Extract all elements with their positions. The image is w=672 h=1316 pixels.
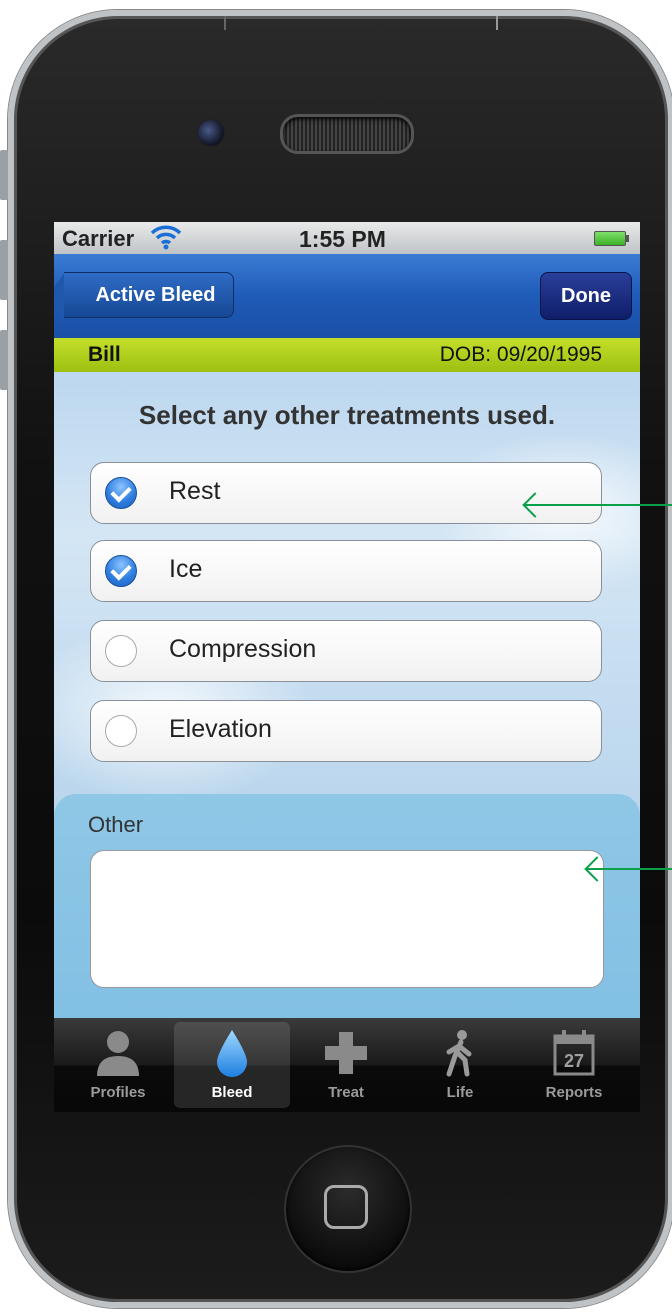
phone-top-edge [224, 16, 498, 30]
calendar-day-number: 27 [564, 1051, 584, 1071]
cross-icon [325, 1032, 367, 1074]
tab-bar: Profiles Bleed Treat Life 27 Reports [54, 1018, 640, 1112]
tab-label: Bleed [211, 1084, 253, 1101]
page-prompt: Select any other treatments used. [138, 400, 556, 430]
option-label: Elevation [169, 715, 272, 743]
done-button[interactable]: Done [540, 272, 632, 320]
checkbox-unchecked-icon[interactable] [105, 715, 137, 747]
front-camera [196, 118, 226, 148]
calendar-icon: 27 [553, 1030, 595, 1076]
option-label: Compression [169, 635, 317, 663]
patient-bar: Bill DOB: 09/20/1995 [54, 338, 640, 373]
checkbox-checked-icon[interactable] [105, 477, 137, 509]
carrier-label: Carrier [62, 226, 135, 251]
back-button-label: Active Bleed [95, 283, 216, 306]
done-button-label: Done [561, 284, 611, 307]
tab-label: Life [446, 1084, 474, 1101]
tab-reports[interactable]: 27 Reports [516, 1022, 632, 1108]
home-button[interactable] [284, 1145, 412, 1273]
checkbox-checked-icon[interactable] [105, 555, 137, 587]
wifi-icon [150, 225, 182, 250]
battery-icon [594, 231, 629, 246]
other-panel: Other [54, 794, 640, 1018]
treatments-content: Select any other treatments used. Rest I… [54, 372, 640, 1018]
option-compression[interactable]: Compression [90, 620, 602, 682]
checkbox-unchecked-icon[interactable] [105, 635, 137, 667]
other-label: Other [88, 812, 144, 837]
tab-label: Reports [545, 1084, 603, 1101]
volume-up-button [0, 240, 8, 300]
option-ice[interactable]: Ice [90, 540, 602, 602]
tab-label: Treat [328, 1084, 364, 1101]
walking-person-icon [446, 1030, 472, 1077]
option-elevation[interactable]: Elevation [90, 700, 602, 762]
patient-dob: DOB: 09/20/1995 [439, 343, 602, 366]
patient-name: Bill [88, 343, 121, 366]
tab-treat[interactable]: Treat [288, 1022, 404, 1108]
back-arrow-icon [54, 273, 64, 319]
drop-icon [217, 1030, 247, 1077]
option-rest[interactable]: Rest [90, 462, 602, 524]
person-icon [97, 1031, 139, 1076]
back-button[interactable]: Active Bleed [54, 272, 234, 319]
status-time: 1:55 PM [299, 226, 386, 252]
status-bar: Carrier 1:55 PM [54, 222, 640, 254]
tab-label: Profiles [90, 1084, 146, 1101]
volume-down-button [0, 330, 8, 390]
navigation-bar: Active Bleed Done [54, 254, 640, 339]
home-square-icon [324, 1185, 368, 1229]
screen: Carrier 1:55 PM Active Bleed Done Bill D… [54, 222, 640, 1112]
tab-bleed[interactable]: Bleed [174, 1022, 290, 1108]
earpiece-speaker [280, 114, 414, 154]
option-label: Ice [169, 555, 203, 583]
tab-life[interactable]: Life [402, 1022, 518, 1108]
tab-profiles[interactable]: Profiles [60, 1022, 176, 1108]
other-text-field[interactable] [90, 850, 604, 988]
mute-switch [0, 150, 8, 200]
option-label: Rest [169, 477, 221, 505]
